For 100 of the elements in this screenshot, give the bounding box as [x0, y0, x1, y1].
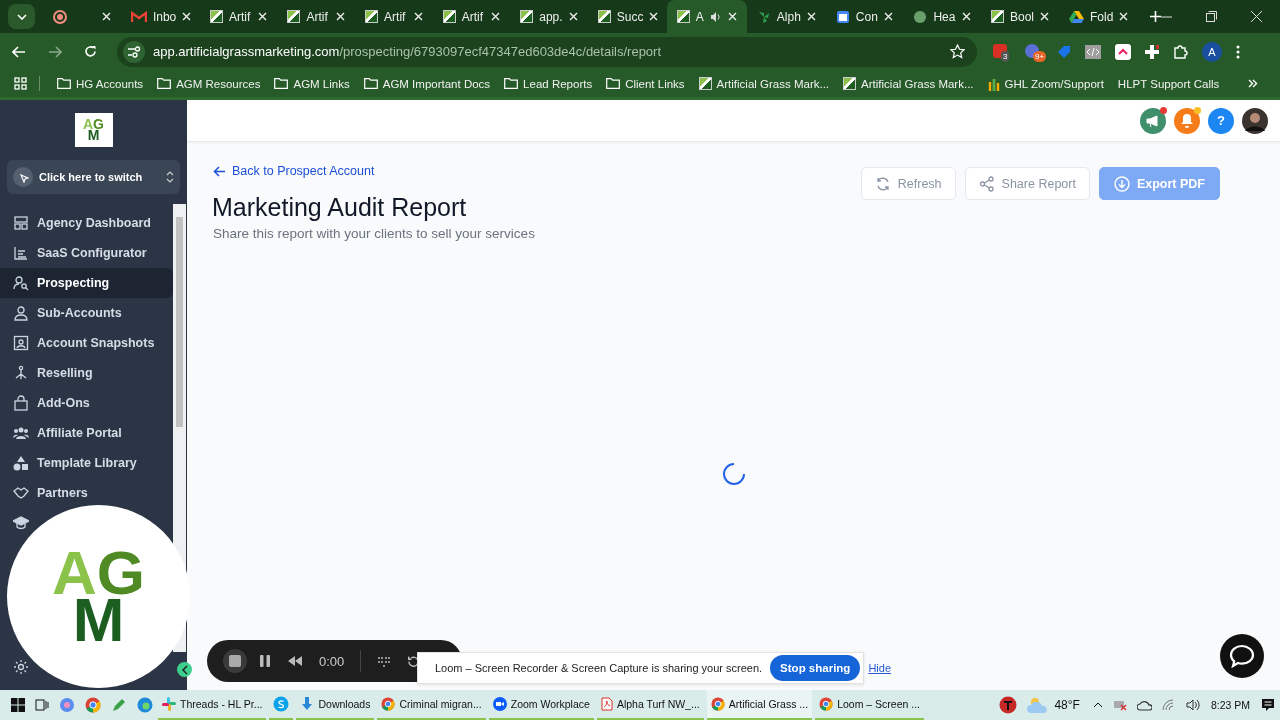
stop-button[interactable]	[223, 649, 247, 673]
browser-tab[interactable]: Artif	[355, 0, 433, 33]
taskbar-app[interactable]: Downloads	[296, 690, 375, 720]
apps-grid-icon[interactable]	[14, 77, 27, 90]
forward-icon[interactable]	[48, 45, 62, 58]
new-tab-button[interactable]	[1150, 11, 1161, 22]
browser-tab[interactable]: Hea	[903, 0, 981, 33]
browser-tab[interactable]: Artif	[199, 0, 278, 33]
browser-tab[interactable]: app.	[510, 0, 588, 33]
nav-item[interactable]: Reselling	[0, 358, 173, 388]
bookmark-star-icon[interactable]	[950, 44, 965, 59]
nav-item[interactable]: Partners	[0, 478, 173, 508]
restore-icon[interactable]	[1206, 11, 1217, 22]
account-switcher[interactable]: Click here to switch	[7, 160, 180, 194]
reload-icon[interactable]	[84, 45, 97, 58]
code-icon[interactable]	[1085, 44, 1101, 59]
pen-icon[interactable]	[111, 697, 127, 713]
taskbar-app[interactable]: Zoom Workplace	[488, 690, 594, 720]
plus-cross-icon[interactable]	[1145, 44, 1159, 59]
bookmark[interactable]: HLPT Support Calls	[1110, 77, 1227, 90]
bookmark[interactable]: Artificial Grass Mark...	[691, 77, 837, 90]
browser-tab[interactable]: Bool	[980, 0, 1059, 33]
task-view-icon[interactable]	[35, 698, 49, 712]
rewind-icon[interactable]	[287, 655, 303, 667]
browser-tab[interactable]: Con	[825, 0, 904, 33]
nav-item[interactable]: Template Library	[0, 448, 173, 478]
help-button[interactable]: ?	[1208, 107, 1234, 134]
close-icon[interactable]	[806, 12, 816, 21]
close-icon[interactable]	[491, 12, 501, 21]
chevron-up-icon[interactable]	[1092, 702, 1103, 708]
bookmark[interactable]: AGM Important Docs	[356, 77, 498, 90]
clickup-icon[interactable]	[1115, 43, 1131, 60]
dots-grid-icon[interactable]	[377, 654, 392, 668]
site-settings-icon[interactable]	[123, 40, 145, 63]
close-icon[interactable]	[961, 12, 971, 21]
pause-icon[interactable]	[259, 654, 271, 668]
bookmark[interactable]: AGM Links	[267, 77, 357, 90]
bookmark[interactable]: Lead Reports	[497, 77, 600, 90]
close-icon[interactable]	[1251, 11, 1262, 22]
nav-item[interactable]: Add-Ons	[0, 388, 173, 418]
browser-tab[interactable]: Artif	[432, 0, 511, 33]
wifi-icon[interactable]	[1161, 699, 1176, 711]
nav-item[interactable]: Sub-Accounts	[0, 298, 173, 328]
notifications-button[interactable]	[1174, 107, 1200, 134]
close-icon[interactable]	[101, 12, 111, 21]
app-icon[interactable]	[999, 696, 1018, 714]
minimize-icon[interactable]	[1161, 15, 1172, 18]
close-icon[interactable]	[649, 12, 659, 21]
close-icon[interactable]	[727, 12, 737, 21]
chrome-icon[interactable]	[85, 697, 101, 713]
taskbar-app[interactable]: Criminal migran...	[377, 690, 486, 720]
back-icon[interactable]	[12, 45, 26, 58]
bookmark[interactable]: Artificial Grass Mark...	[836, 77, 981, 90]
bookmark[interactable]: AGM Resources	[150, 77, 268, 90]
close-icon[interactable]	[884, 12, 894, 21]
close-icon[interactable]	[182, 12, 192, 21]
close-icon[interactable]	[258, 12, 268, 21]
settings-icon[interactable]	[13, 659, 29, 675]
start-icon[interactable]	[11, 698, 25, 712]
user-avatar[interactable]	[1242, 107, 1268, 134]
close-icon[interactable]	[1040, 12, 1049, 21]
browser-tab[interactable]: Inbo	[120, 0, 200, 33]
nav-item[interactable]: SaaS Configurator	[0, 238, 173, 268]
tray-icon[interactable]	[1112, 699, 1127, 711]
hide-link[interactable]: Hide	[868, 662, 891, 674]
browser-tab[interactable]: Fold	[1059, 0, 1138, 33]
nav-item[interactable]: Prospecting	[0, 268, 173, 298]
graduation-cap-icon[interactable]	[13, 515, 29, 531]
nav-item[interactable]: Agency Dashboard	[0, 208, 173, 238]
taskbar-app[interactable]: Loom – Screen ...	[815, 690, 924, 720]
close-icon[interactable]	[336, 12, 346, 21]
profile-avatar[interactable]: A	[1202, 41, 1222, 62]
bookmark[interactable]: Client Links	[599, 77, 692, 90]
nav-item[interactable]: Account Snapshots	[0, 328, 173, 358]
browser-tab[interactable]: A	[666, 0, 747, 33]
tab-search-button[interactable]	[8, 4, 36, 29]
more-bookmarks-icon[interactable]	[1248, 79, 1258, 88]
taskbar-app[interactable]: Artificial Grass ...	[706, 690, 813, 720]
address-bar[interactable]: app.artificialgrassmarketing.com/prospecting/6793097ecf47347ed603de4c/details/report	[117, 36, 977, 67]
bookmark[interactable]: HG Accounts	[50, 77, 151, 90]
close-icon[interactable]	[413, 12, 423, 21]
taskbar-app[interactable]: Alpha Turf NW_...	[596, 690, 704, 720]
edge-icon[interactable]	[137, 697, 153, 713]
taskbar-app[interactable]: Threads - HL Pr...	[158, 690, 267, 720]
nav-item[interactable]: Affiliate Portal	[0, 418, 173, 448]
close-icon[interactable]	[568, 12, 578, 21]
puzzle-icon[interactable]	[1173, 44, 1188, 59]
close-icon[interactable]	[1119, 12, 1129, 21]
cloud-icon[interactable]	[1136, 699, 1152, 711]
browser-tab[interactable]: Artif	[277, 0, 356, 33]
notification-center-icon[interactable]	[1261, 698, 1275, 712]
browser-tab[interactable]: Succ	[587, 0, 667, 33]
browser-tab[interactable]: Alph	[746, 0, 826, 33]
volume-icon[interactable]	[1185, 699, 1200, 711]
stop-sharing-button[interactable]: Stop sharing	[770, 655, 861, 681]
announcements-button[interactable]	[1140, 107, 1166, 134]
bookmark[interactable]: GHL Zoom/Support	[980, 76, 1111, 91]
menu-icon[interactable]	[1236, 44, 1240, 59]
copilot-icon[interactable]	[59, 697, 75, 713]
back-link[interactable]: Back to Prospect Account	[213, 164, 535, 178]
